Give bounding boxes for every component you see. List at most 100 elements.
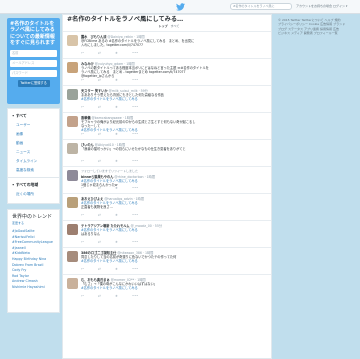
tweet[interactable]: みなみ@ @yuiyuhyo_gdam · 1時間 ラノベの数タイトルってある程度… (63, 58, 271, 85)
retweet-icon[interactable]: ⇄ (98, 186, 101, 190)
top-search-input[interactable]: #名作のタイトルをラノベ風に (230, 3, 292, 10)
retweet-icon[interactable]: ⇄ (98, 132, 101, 136)
favorite-icon[interactable]: ★ (115, 132, 118, 136)
retweet-icon[interactable]: ⇄ (98, 267, 101, 271)
favorite-icon[interactable]: ★ (115, 186, 118, 190)
reply-icon[interactable]: ↩ (81, 159, 84, 163)
tab-top[interactable]: トップ (159, 24, 168, 28)
reply-icon[interactable]: ↩ (81, 294, 84, 298)
nav-item-advanced-search[interactable]: 高度な検索 (8, 166, 59, 175)
avatar[interactable] (67, 89, 78, 100)
tab-all[interactable]: すべて (171, 24, 180, 28)
nav-item-users[interactable]: ユーザー (8, 121, 59, 130)
nav-item-news[interactable]: ニュース (8, 148, 59, 157)
reply-icon[interactable]: ↩ (81, 51, 84, 55)
favorite-icon[interactable]: ★ (115, 78, 118, 82)
login-link[interactable]: アカウントをお持ちの場合 ログイン ▾ (296, 4, 347, 8)
reply-icon[interactable]: ↩ (81, 267, 84, 271)
more-icon[interactable]: ••• (132, 78, 138, 82)
avatar[interactable] (67, 278, 78, 289)
favorite-icon[interactable]: ★ (115, 267, 118, 271)
trend-item[interactable]: Happy Birthday Nina Dobrev From Brazil (12, 257, 55, 268)
nav-divider (8, 177, 59, 178)
favorite-icon[interactable]: ★ (115, 294, 118, 298)
twitter-bird-icon[interactable] (176, 3, 185, 11)
favorite-icon[interactable]: ★ (115, 213, 118, 217)
avatar[interactable] (67, 143, 78, 154)
retweet-icon[interactable]: ⇄ (98, 213, 101, 217)
retweet-icon[interactable]: ⇄ (98, 51, 101, 55)
tweet[interactable]: 露水 びもりん涼 @Dainiyo_reikin · 1時間 @FCBlime あ… (63, 31, 271, 58)
avatar[interactable] (67, 116, 78, 127)
avatar[interactable] (67, 170, 78, 181)
tweet-list: 露水 びもりん涼 @Dainiyo_reikin · 1時間 @FCBlime あ… (63, 31, 271, 301)
nav-item-videos[interactable]: 動画 (8, 139, 59, 148)
tweet-actions: ↩ ⇄ ★ ••• (81, 186, 138, 190)
avatar[interactable] (67, 224, 78, 235)
reply-icon[interactable]: ↩ (81, 186, 84, 190)
more-icon[interactable]: ••• (132, 51, 138, 55)
tweet-text: #名作のタイトルをラノベ風にしてみる (81, 259, 138, 264)
top-bar: #名作のタイトルをラノベ風に アカウントをお持ちの場合 ログイン ▾ (0, 0, 360, 14)
avatar[interactable] (67, 62, 78, 73)
more-icon[interactable]: ••• (132, 294, 138, 298)
more-icon[interactable]: ••• (132, 213, 138, 217)
tweet[interactable]: びぃのん @Akiyudi10 · 1時間 「我輩の猫可っかい」→の割らにいせたか… (63, 139, 271, 166)
favorite-icon[interactable]: ★ (115, 51, 118, 55)
tweet[interactable]: フォローしていますでリツイートしました binneら猫果もやのん @rhine_d… (63, 166, 271, 193)
reply-icon[interactable]: ↩ (81, 213, 84, 217)
trend-item[interactable]: Nishimie Hayashimi (12, 285, 55, 291)
email-field[interactable]: メールアドレス (10, 59, 57, 67)
nav-head-all[interactable]: • すべて (8, 111, 59, 121)
avatar[interactable] (67, 197, 78, 208)
favorite-icon[interactable]: ★ (115, 159, 118, 163)
reply-icon[interactable]: ↩ (81, 78, 84, 82)
reply-icon[interactable]: ↩ (81, 240, 84, 244)
nav-item-nearby[interactable]: 近くの場所 (8, 190, 59, 199)
more-icon[interactable]: ••• (132, 105, 138, 109)
more-icon[interactable]: ••• (132, 240, 138, 244)
retweet-icon[interactable]: ⇄ (98, 159, 101, 163)
favorite-icon[interactable]: ★ (115, 240, 118, 244)
tweet-text: 入れにしました。togetter.com/li/747077 (81, 43, 144, 48)
reply-icon[interactable]: ↩ (81, 105, 84, 109)
tweet-text: #名作のタイトルをラノベ風にしてみる (81, 286, 138, 291)
nav-item-images[interactable]: 画像 (8, 130, 59, 139)
avatar[interactable] (67, 251, 78, 262)
tweet[interactable]: あおえひびよえ @harualigs_advin · 1時間 #名作のタイトルをラ… (63, 193, 271, 220)
retweet-icon[interactable]: ⇄ (98, 294, 101, 298)
trend-item[interactable]: #FreeCommunityLeague (12, 240, 55, 246)
tweet[interactable]: テトラアジアン壊新 たたれモルム @_moodz_00 · 55分 #名作のタイト… (63, 220, 271, 247)
tweet-actions: ↩ ⇄ ★ ••• (81, 159, 138, 163)
more-icon[interactable]: ••• (132, 159, 138, 163)
footer-link[interactable]: ビジネス (278, 31, 290, 35)
nav-item-timelines[interactable]: タイムライン (8, 157, 59, 166)
tweet[interactable]: 香華儀 @bamcabangsawe · 1時間 モブキャラの俺がより紀元前の中か… (63, 112, 271, 139)
retweet-icon[interactable]: ⇄ (98, 78, 101, 82)
favorite-icon[interactable]: ★ (115, 105, 118, 109)
footer-link[interactable]: 開発者 (304, 31, 313, 35)
footer-link[interactable]: メディア (291, 31, 303, 35)
tweet[interactable]: 天スター 笑すいか @milk_suisui_milk · 59分 まあありそう思… (63, 85, 271, 112)
site-footer: © 2015 Twitter Twitterについて ヘルプ 規約 プライバシー… (278, 18, 348, 35)
tweet[interactable]: む、おもも真氏まぁ @momer_02** · 1時間 「むさ」→「僕の母がこんな… (63, 274, 271, 301)
more-icon[interactable]: ••• (132, 267, 138, 271)
trends-change-link[interactable]: 変更する (12, 221, 24, 225)
tweet-actions: ↩ ⇄ ★ ••• (81, 240, 138, 244)
signup-button[interactable]: Twitterに登録する (17, 79, 50, 87)
tweet-actions: ↩ ⇄ ★ ••• (81, 294, 138, 298)
timeline-tabs: トップ すべて (67, 24, 271, 28)
retweet-icon[interactable]: ⇄ (98, 105, 101, 109)
footer-link[interactable]: プロフィール一覧 (314, 31, 338, 35)
more-icon[interactable]: ••• (132, 186, 138, 190)
tweet[interactable]: 386のロゴ二ゴ謎知主仕 @niteason_386 · 1時間 同意したりして当… (63, 247, 271, 274)
reply-icon[interactable]: ↩ (81, 132, 84, 136)
retweet-icon[interactable]: ⇄ (98, 240, 101, 244)
password-field[interactable]: パスワード (10, 69, 57, 77)
name-field[interactable]: 名前 (10, 49, 57, 57)
nav-head-all-regions[interactable]: • すべての地域 (8, 180, 59, 190)
signup-headline: #名作のタイトルをラノベ風にしてみるについての最新情報をすぐに見られます (10, 21, 56, 47)
tweet-actions: ↩ ⇄ ★ ••• (81, 51, 138, 55)
avatar[interactable] (67, 35, 78, 46)
more-icon[interactable]: ••• (132, 132, 138, 136)
